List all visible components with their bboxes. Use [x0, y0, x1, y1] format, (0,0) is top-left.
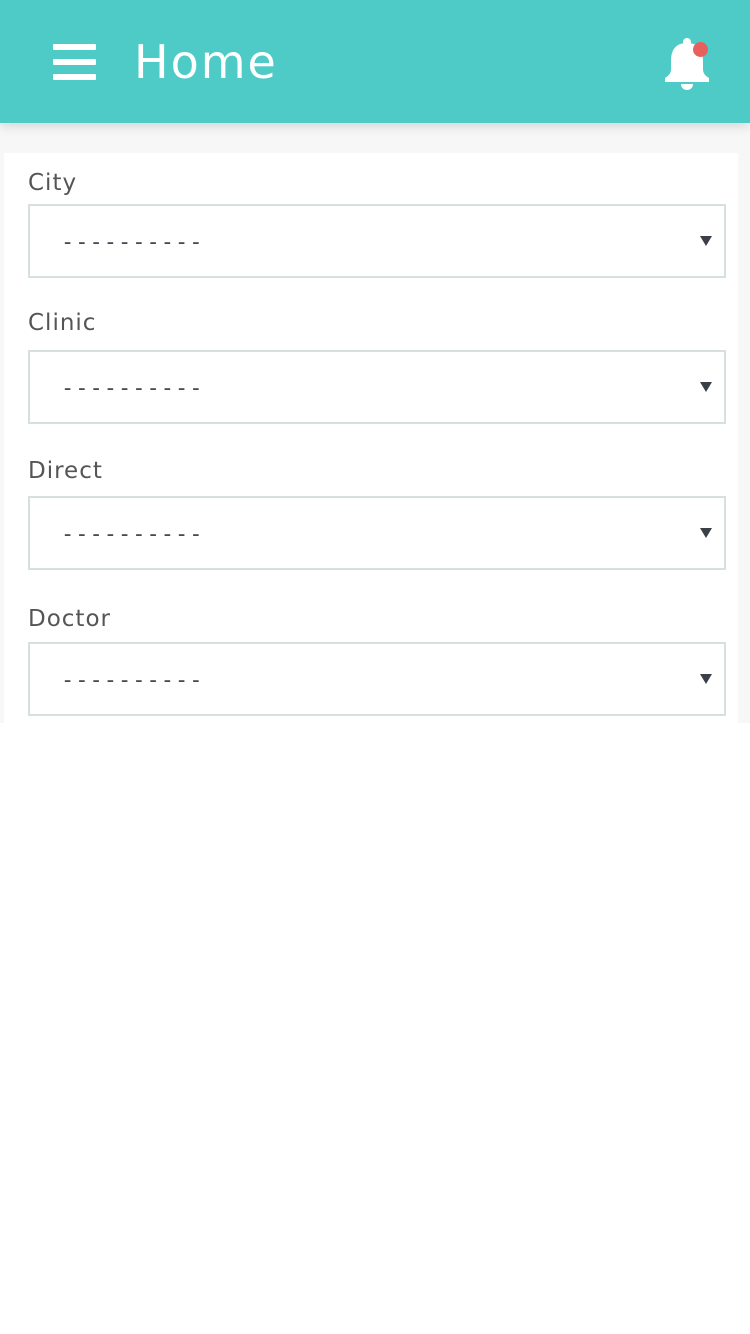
city-select-value: ---------- — [61, 230, 204, 255]
direct-select-value: ---------- — [61, 522, 204, 547]
dropdown-caret-icon — [700, 528, 712, 538]
clinic-select[interactable]: ---------- — [28, 350, 726, 424]
doctor-select[interactable]: ---------- — [28, 642, 726, 716]
dropdown-caret-icon — [700, 236, 712, 246]
dropdown-caret-icon — [700, 674, 712, 684]
app-bar: Home — [0, 0, 750, 123]
notifications-button[interactable] — [660, 36, 714, 92]
city-select[interactable]: ---------- — [28, 204, 726, 278]
page-title: Home — [134, 35, 278, 89]
doctor-select-value: ---------- — [61, 668, 204, 693]
menu-button[interactable] — [44, 34, 104, 90]
dropdown-caret-icon — [700, 382, 712, 392]
direct-select[interactable]: ---------- — [28, 496, 726, 570]
notification-badge — [693, 42, 708, 57]
clinic-select-value: ---------- — [61, 376, 204, 401]
